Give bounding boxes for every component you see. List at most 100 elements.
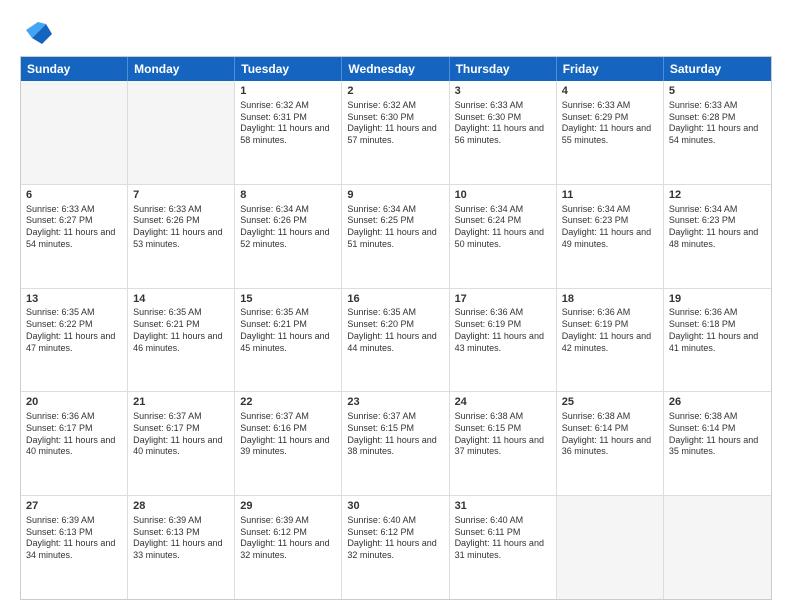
cell-info: Sunrise: 6:33 AMSunset: 6:27 PMDaylight:… xyxy=(26,204,122,251)
calendar-row-4: 20Sunrise: 6:36 AMSunset: 6:17 PMDayligh… xyxy=(21,391,771,495)
logo xyxy=(20,16,54,46)
calendar-cell: 5Sunrise: 6:33 AMSunset: 6:28 PMDaylight… xyxy=(664,81,771,184)
cell-info: Sunrise: 6:32 AMSunset: 6:31 PMDaylight:… xyxy=(240,100,336,147)
cell-info: Sunrise: 6:34 AMSunset: 6:26 PMDaylight:… xyxy=(240,204,336,251)
day-number: 9 xyxy=(347,188,443,203)
cell-info: Sunrise: 6:33 AMSunset: 6:30 PMDaylight:… xyxy=(455,100,551,147)
calendar-cell: 19Sunrise: 6:36 AMSunset: 6:18 PMDayligh… xyxy=(664,289,771,392)
calendar-cell: 25Sunrise: 6:38 AMSunset: 6:14 PMDayligh… xyxy=(557,392,664,495)
calendar-cell: 11Sunrise: 6:34 AMSunset: 6:23 PMDayligh… xyxy=(557,185,664,288)
calendar-cell: 26Sunrise: 6:38 AMSunset: 6:14 PMDayligh… xyxy=(664,392,771,495)
cell-info: Sunrise: 6:39 AMSunset: 6:13 PMDaylight:… xyxy=(26,515,122,562)
calendar-cell: 31Sunrise: 6:40 AMSunset: 6:11 PMDayligh… xyxy=(450,496,557,599)
calendar-cell: 30Sunrise: 6:40 AMSunset: 6:12 PMDayligh… xyxy=(342,496,449,599)
calendar-cell: 8Sunrise: 6:34 AMSunset: 6:26 PMDaylight… xyxy=(235,185,342,288)
calendar-cell: 22Sunrise: 6:37 AMSunset: 6:16 PMDayligh… xyxy=(235,392,342,495)
calendar: SundayMondayTuesdayWednesdayThursdayFrid… xyxy=(20,56,772,600)
day-number: 26 xyxy=(669,395,766,410)
day-number: 11 xyxy=(562,188,658,203)
calendar-header: SundayMondayTuesdayWednesdayThursdayFrid… xyxy=(21,57,771,81)
day-number: 18 xyxy=(562,292,658,307)
cell-info: Sunrise: 6:37 AMSunset: 6:16 PMDaylight:… xyxy=(240,411,336,458)
calendar-cell xyxy=(664,496,771,599)
header-day-saturday: Saturday xyxy=(664,57,771,81)
day-number: 10 xyxy=(455,188,551,203)
day-number: 21 xyxy=(133,395,229,410)
cell-info: Sunrise: 6:39 AMSunset: 6:12 PMDaylight:… xyxy=(240,515,336,562)
page: SundayMondayTuesdayWednesdayThursdayFrid… xyxy=(0,0,792,612)
day-number: 24 xyxy=(455,395,551,410)
cell-info: Sunrise: 6:36 AMSunset: 6:19 PMDaylight:… xyxy=(562,307,658,354)
day-number: 5 xyxy=(669,84,766,99)
header xyxy=(20,16,772,46)
day-number: 8 xyxy=(240,188,336,203)
day-number: 22 xyxy=(240,395,336,410)
cell-info: Sunrise: 6:34 AMSunset: 6:23 PMDaylight:… xyxy=(669,204,766,251)
day-number: 4 xyxy=(562,84,658,99)
calendar-cell: 3Sunrise: 6:33 AMSunset: 6:30 PMDaylight… xyxy=(450,81,557,184)
calendar-cell: 14Sunrise: 6:35 AMSunset: 6:21 PMDayligh… xyxy=(128,289,235,392)
day-number: 31 xyxy=(455,499,551,514)
calendar-row-3: 13Sunrise: 6:35 AMSunset: 6:22 PMDayligh… xyxy=(21,288,771,392)
day-number: 2 xyxy=(347,84,443,99)
day-number: 16 xyxy=(347,292,443,307)
calendar-cell: 4Sunrise: 6:33 AMSunset: 6:29 PMDaylight… xyxy=(557,81,664,184)
cell-info: Sunrise: 6:34 AMSunset: 6:25 PMDaylight:… xyxy=(347,204,443,251)
day-number: 15 xyxy=(240,292,336,307)
cell-info: Sunrise: 6:36 AMSunset: 6:19 PMDaylight:… xyxy=(455,307,551,354)
day-number: 29 xyxy=(240,499,336,514)
calendar-cell: 18Sunrise: 6:36 AMSunset: 6:19 PMDayligh… xyxy=(557,289,664,392)
day-number: 7 xyxy=(133,188,229,203)
calendar-row-1: 1Sunrise: 6:32 AMSunset: 6:31 PMDaylight… xyxy=(21,81,771,184)
header-day-tuesday: Tuesday xyxy=(235,57,342,81)
calendar-cell: 17Sunrise: 6:36 AMSunset: 6:19 PMDayligh… xyxy=(450,289,557,392)
calendar-cell: 23Sunrise: 6:37 AMSunset: 6:15 PMDayligh… xyxy=(342,392,449,495)
day-number: 25 xyxy=(562,395,658,410)
cell-info: Sunrise: 6:37 AMSunset: 6:15 PMDaylight:… xyxy=(347,411,443,458)
calendar-cell: 1Sunrise: 6:32 AMSunset: 6:31 PMDaylight… xyxy=(235,81,342,184)
calendar-cell: 20Sunrise: 6:36 AMSunset: 6:17 PMDayligh… xyxy=(21,392,128,495)
day-number: 20 xyxy=(26,395,122,410)
day-number: 17 xyxy=(455,292,551,307)
calendar-cell: 21Sunrise: 6:37 AMSunset: 6:17 PMDayligh… xyxy=(128,392,235,495)
cell-info: Sunrise: 6:38 AMSunset: 6:15 PMDaylight:… xyxy=(455,411,551,458)
header-day-wednesday: Wednesday xyxy=(342,57,449,81)
header-day-friday: Friday xyxy=(557,57,664,81)
cell-info: Sunrise: 6:36 AMSunset: 6:17 PMDaylight:… xyxy=(26,411,122,458)
cell-info: Sunrise: 6:35 AMSunset: 6:20 PMDaylight:… xyxy=(347,307,443,354)
header-day-monday: Monday xyxy=(128,57,235,81)
cell-info: Sunrise: 6:35 AMSunset: 6:21 PMDaylight:… xyxy=(240,307,336,354)
day-number: 19 xyxy=(669,292,766,307)
cell-info: Sunrise: 6:40 AMSunset: 6:11 PMDaylight:… xyxy=(455,515,551,562)
calendar-cell: 29Sunrise: 6:39 AMSunset: 6:12 PMDayligh… xyxy=(235,496,342,599)
calendar-cell: 28Sunrise: 6:39 AMSunset: 6:13 PMDayligh… xyxy=(128,496,235,599)
calendar-cell: 7Sunrise: 6:33 AMSunset: 6:26 PMDaylight… xyxy=(128,185,235,288)
header-day-sunday: Sunday xyxy=(21,57,128,81)
day-number: 27 xyxy=(26,499,122,514)
header-day-thursday: Thursday xyxy=(450,57,557,81)
cell-info: Sunrise: 6:34 AMSunset: 6:23 PMDaylight:… xyxy=(562,204,658,251)
day-number: 12 xyxy=(669,188,766,203)
logo-icon xyxy=(24,16,54,46)
calendar-cell: 12Sunrise: 6:34 AMSunset: 6:23 PMDayligh… xyxy=(664,185,771,288)
cell-info: Sunrise: 6:35 AMSunset: 6:22 PMDaylight:… xyxy=(26,307,122,354)
calendar-row-5: 27Sunrise: 6:39 AMSunset: 6:13 PMDayligh… xyxy=(21,495,771,599)
cell-info: Sunrise: 6:38 AMSunset: 6:14 PMDaylight:… xyxy=(562,411,658,458)
calendar-row-2: 6Sunrise: 6:33 AMSunset: 6:27 PMDaylight… xyxy=(21,184,771,288)
calendar-cell: 16Sunrise: 6:35 AMSunset: 6:20 PMDayligh… xyxy=(342,289,449,392)
calendar-cell: 13Sunrise: 6:35 AMSunset: 6:22 PMDayligh… xyxy=(21,289,128,392)
day-number: 3 xyxy=(455,84,551,99)
calendar-body: 1Sunrise: 6:32 AMSunset: 6:31 PMDaylight… xyxy=(21,81,771,599)
calendar-cell: 2Sunrise: 6:32 AMSunset: 6:30 PMDaylight… xyxy=(342,81,449,184)
day-number: 6 xyxy=(26,188,122,203)
cell-info: Sunrise: 6:37 AMSunset: 6:17 PMDaylight:… xyxy=(133,411,229,458)
cell-info: Sunrise: 6:32 AMSunset: 6:30 PMDaylight:… xyxy=(347,100,443,147)
day-number: 28 xyxy=(133,499,229,514)
day-number: 30 xyxy=(347,499,443,514)
cell-info: Sunrise: 6:34 AMSunset: 6:24 PMDaylight:… xyxy=(455,204,551,251)
calendar-cell: 27Sunrise: 6:39 AMSunset: 6:13 PMDayligh… xyxy=(21,496,128,599)
day-number: 23 xyxy=(347,395,443,410)
calendar-cell: 10Sunrise: 6:34 AMSunset: 6:24 PMDayligh… xyxy=(450,185,557,288)
calendar-cell: 24Sunrise: 6:38 AMSunset: 6:15 PMDayligh… xyxy=(450,392,557,495)
cell-info: Sunrise: 6:33 AMSunset: 6:28 PMDaylight:… xyxy=(669,100,766,147)
